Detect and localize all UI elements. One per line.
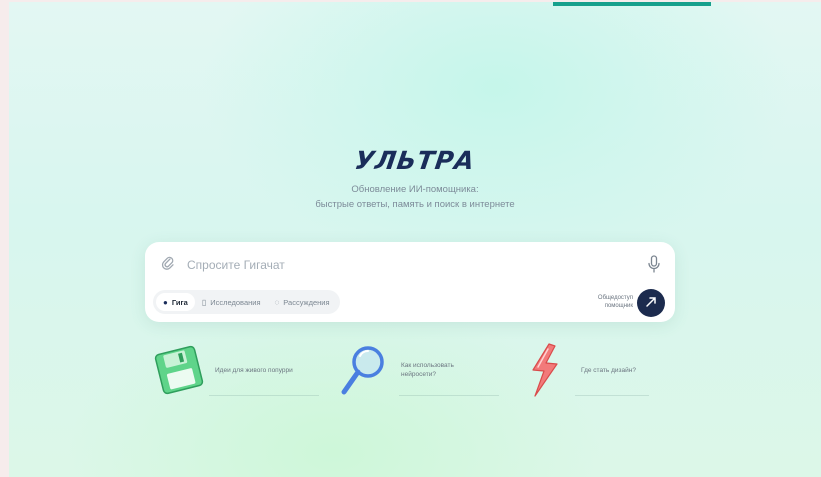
suggestion-divider [399, 395, 499, 396]
magnifier-icon [335, 340, 395, 400]
mode-switcher: ● Гига ▯ Исследования ◌ Рассуждения [153, 290, 340, 314]
suggestion-item[interactable]: Идеи для живого попурри [149, 340, 297, 400]
paperclip-icon[interactable] [159, 255, 177, 273]
suggestion-item[interactable]: Как использовать нейросети? [335, 340, 483, 400]
floppy-disk-icon [149, 340, 209, 400]
mode-label: Рассуждения [283, 297, 330, 307]
subtitle-line-2: быстрые ответы, память и поиск в интерне… [315, 199, 515, 210]
send-icon [645, 296, 657, 311]
mode-reasoning[interactable]: ◌ Рассуждения [268, 293, 337, 311]
general-line-2: помощник [604, 303, 633, 309]
subtitle-line-1: Обновление ИИ-помощника: [351, 184, 479, 195]
suggestion-text: Идеи для живого попурри [215, 366, 293, 374]
lightning-icon [515, 340, 575, 400]
suggestion-divider [209, 395, 319, 396]
mode-research[interactable]: ▯ Исследования [195, 293, 268, 311]
document-icon: ▯ [201, 297, 207, 307]
suggestion-text: Как использовать нейросети? [401, 362, 454, 378]
prompt-input[interactable] [185, 254, 609, 276]
top-accent-bar [553, 2, 711, 6]
general-assistant-label[interactable]: Общедоступ помощник [598, 294, 633, 310]
mode-giga[interactable]: ● Гига [156, 293, 195, 311]
main-screen: УЛЬТРА Обновление ИИ-помощника: быстрые … [9, 2, 821, 477]
mode-label: Гига [171, 297, 188, 307]
suggestion-text: Где стать дизайн? [581, 366, 636, 374]
lightbulb-icon: ◌ [274, 297, 280, 307]
send-button[interactable] [637, 289, 665, 317]
brand-logo: УЛЬТРА [353, 146, 477, 175]
suggestion-divider [575, 395, 649, 396]
mode-label: Исследования [210, 297, 261, 307]
suggestion-item[interactable]: Где стать дизайн? [515, 340, 663, 400]
microphone-icon[interactable] [645, 254, 663, 274]
general-line-1: Общедоступ [597, 295, 633, 301]
prompt-card: ● Гига ▯ Исследования ◌ Рассуждения Обще… [145, 242, 675, 322]
giga-icon: ● [163, 297, 168, 307]
